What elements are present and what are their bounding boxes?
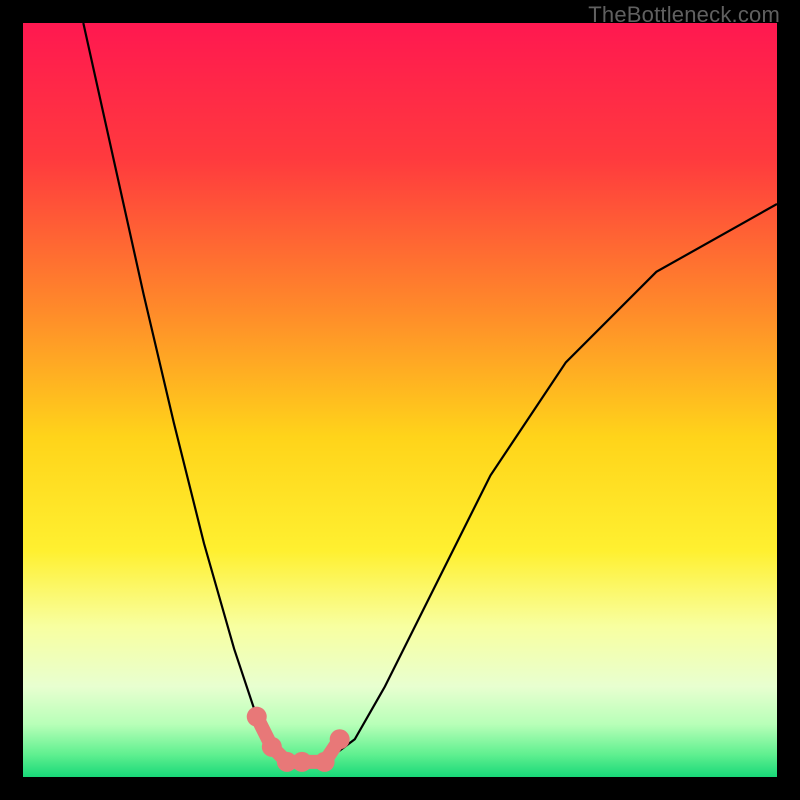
marker-dot <box>262 737 282 757</box>
marker-dot <box>315 752 335 772</box>
left-curve <box>83 23 302 762</box>
right-curve <box>302 204 777 762</box>
marker-dot <box>292 752 312 772</box>
chart-area <box>23 23 777 777</box>
bottom-marker-group <box>247 707 350 772</box>
marker-dot <box>330 729 350 749</box>
curve-layer <box>23 23 777 777</box>
marker-dot <box>247 707 267 727</box>
